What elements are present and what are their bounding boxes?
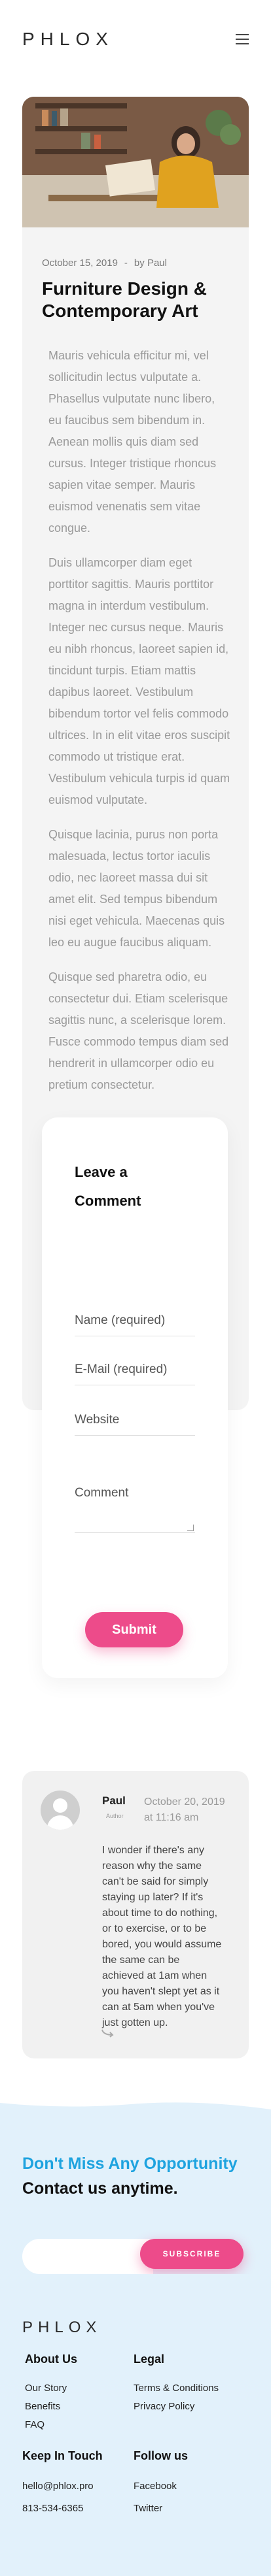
author-prefix: by <box>134 257 145 269</box>
logo[interactable]: PHLOX <box>22 29 114 50</box>
comment-author[interactable]: Paul <box>102 1794 126 1808</box>
avatar <box>41 1791 80 1830</box>
name-field[interactable]: Name (required) <box>75 1313 195 1336</box>
newsletter-accent: Don't Miss Any Opportunity <box>22 2155 238 2173</box>
footer-link-our-story[interactable]: Our Story <box>25 2383 67 2394</box>
post-author[interactable]: Paul <box>147 257 167 269</box>
post-paragraph: Quisque lacinia, purus non porta malesua… <box>48 828 225 949</box>
reply-icon[interactable] <box>101 2028 115 2038</box>
newsletter-email-input[interactable] <box>22 2239 153 2274</box>
post-body: Mauris vehicula efficitur mi, vel sollic… <box>48 345 230 1109</box>
footer-twitter-link[interactable]: Twitter <box>134 2503 162 2514</box>
submit-button[interactable]: Submit <box>85 1612 183 1647</box>
site-header: PHLOX <box>0 0 271 85</box>
meta-separator: - <box>124 257 128 269</box>
comment-form: Leave a Comment Name (required) E-Mail (… <box>42 1117 228 1678</box>
post-date[interactable]: October 15, 2019 <box>42 257 118 269</box>
form-title: Leave a Comment <box>75 1164 141 1209</box>
footer-phone-link[interactable]: 813-534-6365 <box>22 2503 83 2514</box>
comment-placeholder: Comment <box>75 1486 129 1500</box>
comment-item: Paul Author October 20, 2019 at 11:16 am… <box>22 1771 249 2058</box>
newsletter-rest: Contact us anytime. <box>22 2179 178 2198</box>
footer-about-title: About Us <box>25 2353 77 2366</box>
footer-email-link[interactable]: hello@phlox.pro <box>22 2481 94 2492</box>
post-title: Furniture Design & Contemporary Art <box>42 278 208 321</box>
comment-textarea[interactable]: Comment <box>75 1486 195 1533</box>
comment-role-badge: Author <box>106 1813 124 1819</box>
footer-legal-title: Legal <box>134 2353 165 2366</box>
post-meta: October 15, 2019- by Paul <box>42 257 167 269</box>
footer-facebook-link[interactable]: Facebook <box>134 2481 177 2492</box>
resize-handle-icon[interactable] <box>187 1525 194 1531</box>
menu-icon[interactable] <box>236 34 249 46</box>
footer-link-benefits[interactable]: Benefits <box>25 2401 60 2412</box>
newsletter-heading: Don't Miss Any Opportunity Contact us an… <box>22 2151 251 2201</box>
footer-link-terms[interactable]: Terms & Conditions <box>134 2383 219 2394</box>
comment-text: I wonder if there's any reason why the s… <box>102 1845 222 2028</box>
footer-link-faq[interactable]: FAQ <box>25 2419 45 2430</box>
post-paragraph: Mauris vehicula efficitur mi, vel sollic… <box>48 349 217 535</box>
post-paragraph: Duis ullamcorper diam eget porttitor sag… <box>48 556 230 806</box>
footer-follow-title: Follow us <box>134 2449 188 2462</box>
wave-divider <box>0 2098 271 2109</box>
comment-date[interactable]: October 20, 2019 at 11:16 am <box>144 1794 236 1826</box>
footer-link-privacy[interactable]: Privacy Policy <box>134 2401 194 2412</box>
post-paragraph: Quisque sed pharetra odio, eu consectetu… <box>48 970 229 1091</box>
footer-logo[interactable]: PHLOX <box>22 2319 101 2337</box>
hero-image <box>22 97 249 227</box>
footer-keep-title: Keep In Touch <box>22 2449 103 2462</box>
subscribe-button[interactable]: SUBSCRIBE <box>140 2239 244 2269</box>
email-field[interactable]: E-Mail (required) <box>75 1362 195 1385</box>
website-field[interactable]: Website <box>75 1413 195 1436</box>
